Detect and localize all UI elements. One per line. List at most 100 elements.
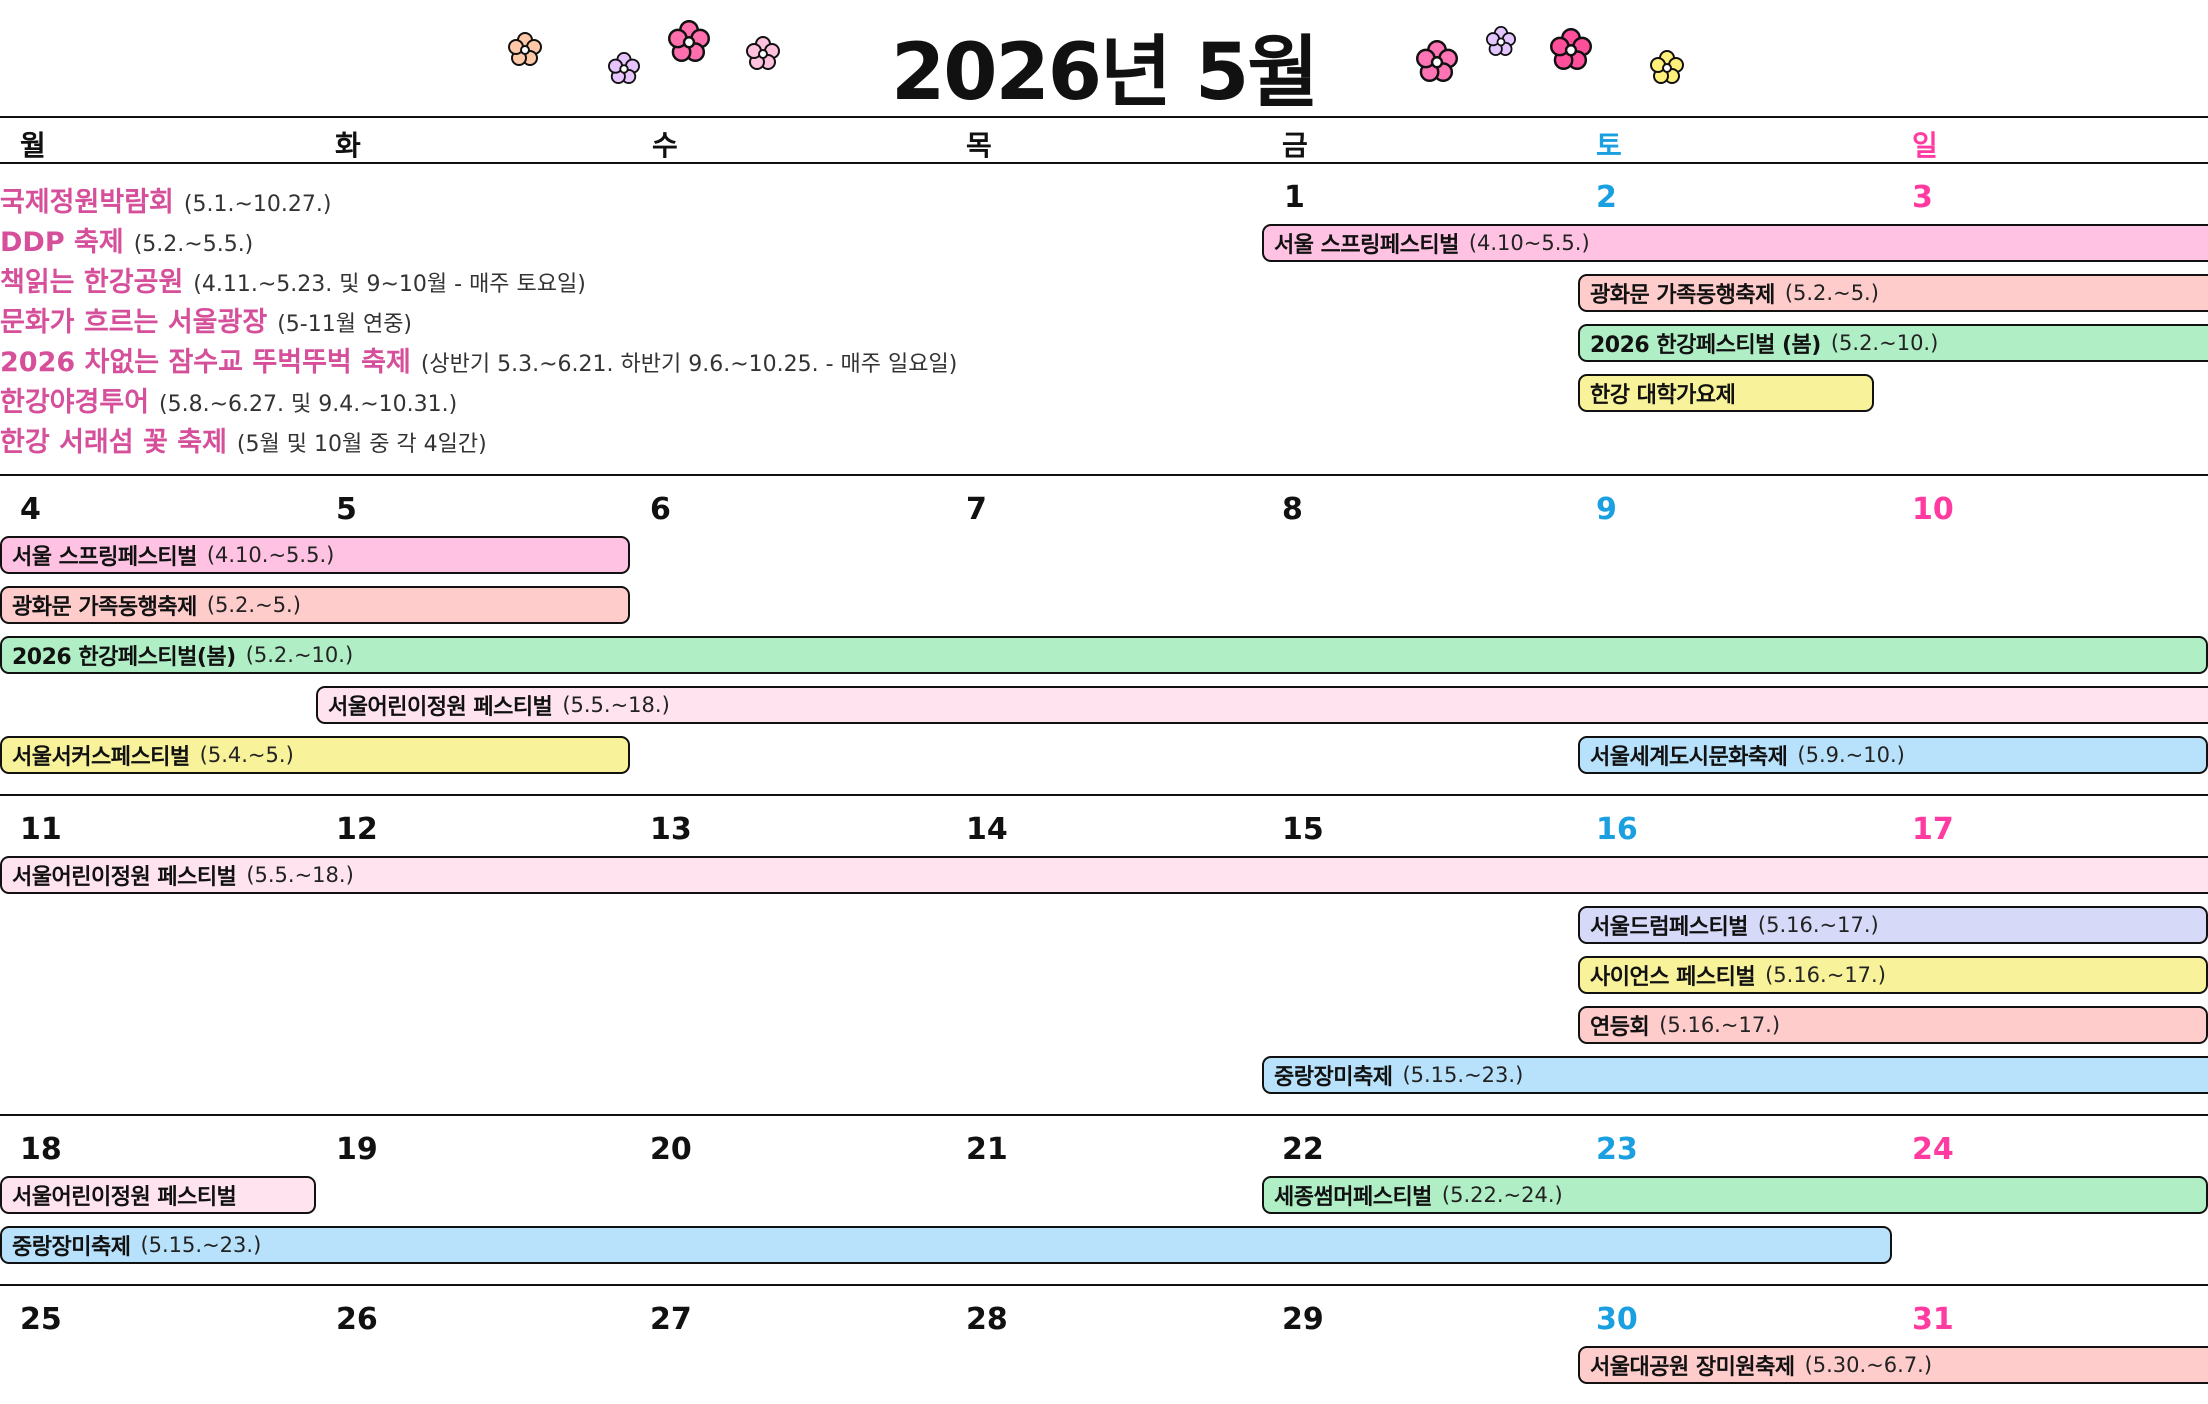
header-bottom-rule: [0, 162, 2208, 164]
weekday-sat: 토: [1596, 129, 1622, 162]
event-date: (5.2.~5.): [206, 593, 301, 617]
event-bar[interactable]: 2026 한강페스티벌(봄) (5.2.~10.): [0, 636, 2208, 674]
day-number: 15: [1282, 812, 1324, 847]
info-item: 한강야경투어 (5.8.~6.27. 및 9.4.~10.31.): [0, 380, 457, 419]
info-item: 국제정원박람회 (5.1.~10.27.): [0, 180, 331, 219]
event-bar[interactable]: 서울어린이정원 페스티벌 (5.5.~18.): [316, 686, 2208, 724]
event-name: 연등회: [1590, 1015, 1650, 1040]
event-name: 서울 스프링페스티벌: [12, 545, 197, 570]
event-bar[interactable]: 2026 한강페스티벌 (봄) (5.2.~10.): [1578, 324, 2208, 362]
info-name: DDP 축제: [0, 227, 124, 258]
event-bar[interactable]: 서울 스프링페스티벌 (4.10~5.5.): [1262, 224, 2208, 262]
event-name: 서울세계도시문화축제: [1590, 745, 1788, 770]
calendar-title: 2026년 5월: [890, 28, 1319, 118]
weekday-tue: 화: [335, 129, 361, 162]
weekday-fri: 금: [1282, 129, 1308, 162]
event-name: 서울서커스페스티벌: [12, 745, 190, 770]
event-date: (5.15.~23.): [1402, 1063, 1524, 1087]
info-name: 한강야경투어: [0, 387, 150, 418]
event-bar[interactable]: 중랑장미축제 (5.15.~23.): [1262, 1056, 2208, 1094]
info-item: DDP 축제 (5.2.~5.5.): [0, 220, 253, 259]
event-name: 광화문 가족동행축제: [12, 595, 197, 620]
event-bar[interactable]: 광화문 가족동행축제 (5.2.~5.): [1578, 274, 2208, 312]
day-number: 5: [336, 492, 357, 527]
day-number: 7: [966, 492, 987, 527]
day-number: 31: [1912, 1302, 1954, 1337]
day-number: 17: [1912, 812, 1954, 847]
event-name: 서울드럼페스티벌: [1590, 915, 1748, 940]
event-bar[interactable]: 세종썸머페스티벌 (5.22.~24.): [1262, 1176, 2208, 1214]
day-number: 29: [1282, 1302, 1324, 1337]
day-number: 18: [20, 1132, 62, 1167]
flower-icon: [1650, 50, 1684, 84]
day-number: 6: [650, 492, 671, 527]
event-bar[interactable]: 사이언스 페스티벌 (5.16.~17.): [1578, 956, 2208, 994]
event-date: (5.2.~10.): [1830, 331, 1939, 355]
week-divider: [0, 474, 2208, 476]
event-name: 세종썸머페스티벌: [1274, 1185, 1432, 1210]
flower-icon: [746, 36, 780, 70]
info-name: 책읽는 한강공원: [0, 267, 184, 298]
event-name: 광화문 가족동행축제: [1590, 283, 1775, 308]
event-bar[interactable]: 서울대공원 장미원축제 (5.30.~6.7.): [1578, 1346, 2208, 1384]
day-number: 10: [1912, 492, 1954, 527]
info-date: (5월 및 10월 중 각 4일간): [236, 432, 487, 457]
flower-icon: [508, 32, 542, 66]
event-bar[interactable]: 서울서커스페스티벌 (5.4.~5.): [0, 736, 630, 774]
info-item: 책읽는 한강공원 (4.11.~5.23. 및 9~10월 - 매주 토요일): [0, 260, 586, 299]
info-item: 한강 서래섬 꽃 축제 (5월 및 10월 중 각 4일간): [0, 420, 487, 459]
event-date: (5.9.~10.): [1797, 743, 1905, 767]
day-number: 1: [1284, 180, 1305, 215]
flower-icon: [608, 52, 640, 84]
event-date: (5.16.~17.): [1765, 963, 1886, 987]
info-item: 문화가 흐르는 서울광장 (5-11월 연중): [0, 300, 412, 339]
event-date: (4.10~5.5.): [1468, 231, 1590, 255]
event-date: (5.2.~5.): [1784, 281, 1879, 305]
event-bar[interactable]: 한강 대학가요제: [1578, 374, 1874, 412]
event-bar[interactable]: 서울 스프링페스티벌 (4.10.~5.5.): [0, 536, 630, 574]
event-bar[interactable]: 서울어린이정원 페스티벌: [0, 1176, 316, 1214]
event-name: 중랑장미축제: [1274, 1065, 1393, 1090]
event-date: (5.2.~10.): [245, 643, 354, 667]
event-name: 서울어린이정원 페스티벌: [12, 865, 237, 890]
day-number: 13: [650, 812, 692, 847]
info-date: (4.11.~5.23. 및 9~10월 - 매주 토요일): [193, 272, 586, 297]
event-date: (5.5.~18.): [562, 693, 670, 717]
info-date: (5.2.~5.5.): [133, 232, 254, 257]
event-date: (5.15.~23.): [140, 1233, 262, 1257]
event-date: (5.16.~17.): [1659, 1013, 1781, 1037]
day-number: 21: [966, 1132, 1008, 1167]
day-number: 24: [1912, 1132, 1954, 1167]
day-number: 23: [1596, 1132, 1638, 1167]
weekday-sun: 일: [1912, 129, 1938, 162]
info-name: 한강 서래섬 꽃 축제: [0, 427, 227, 458]
info-name: 문화가 흐르는 서울광장: [0, 307, 268, 338]
event-date: (5.30.~6.7.): [1804, 1353, 1933, 1377]
event-bar[interactable]: 광화문 가족동행축제 (5.2.~5.): [0, 586, 630, 624]
event-name: 한강 대학가요제: [1590, 383, 1736, 408]
info-name: 2026 차없는 잠수교 뚜벅뚜벅 축제: [0, 347, 411, 378]
flower-icon: [1550, 28, 1592, 70]
event-bar[interactable]: 서울드럼페스티벌 (5.16.~17.): [1578, 906, 2208, 944]
event-name: 사이언스 페스티벌: [1590, 965, 1756, 990]
event-name: 서울 스프링페스티벌: [1274, 233, 1459, 258]
day-number: 12: [336, 812, 378, 847]
event-date: (5.22.~24.): [1441, 1183, 1563, 1207]
event-bar[interactable]: 연등회 (5.16.~17.): [1578, 1006, 2208, 1044]
event-date: (5.16.~17.): [1757, 913, 1879, 937]
info-date: (5.1.~10.27.): [183, 192, 332, 217]
info-name: 국제정원박람회: [0, 187, 174, 218]
event-date: (5.5.~18.): [246, 863, 354, 887]
weekday-mon: 월: [20, 129, 46, 162]
event-bar[interactable]: 서울세계도시문화축제 (5.9.~10.): [1578, 736, 2208, 774]
info-date: (5.8.~6.27. 및 9.4.~10.31.): [159, 392, 458, 417]
header-top-rule: [0, 116, 2208, 118]
event-bar[interactable]: 서울어린이정원 페스티벌 (5.5.~18.): [0, 856, 2208, 894]
event-name: 중랑장미축제: [12, 1235, 131, 1260]
day-number: 27: [650, 1302, 692, 1337]
event-bar[interactable]: 중랑장미축제 (5.15.~23.): [0, 1226, 1892, 1264]
day-number: 25: [20, 1302, 62, 1337]
event-date: (4.10.~5.5.): [206, 543, 335, 567]
event-name: 2026 한강페스티벌 (봄): [1590, 333, 1821, 358]
flower-icon: [1416, 40, 1458, 82]
